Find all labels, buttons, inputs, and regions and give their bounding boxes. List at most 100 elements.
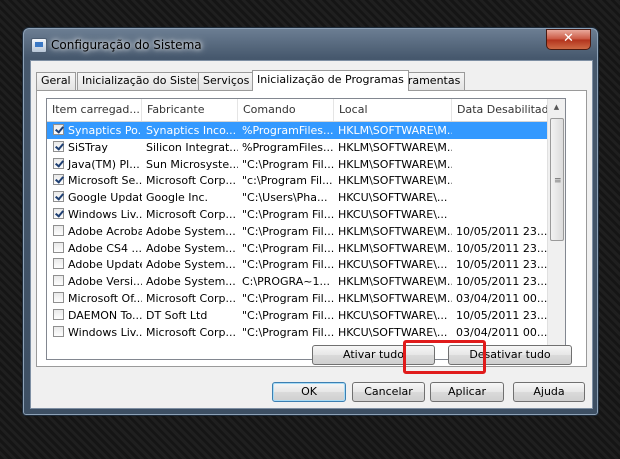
row-checkbox[interactable] [53, 275, 64, 287]
cell-command: "C:\Program Fil... [242, 241, 334, 255]
help-button[interactable]: Ajuda [513, 382, 585, 402]
row-checkbox[interactable] [53, 258, 64, 270]
cell-command: "C:\Program Fil... [242, 224, 334, 238]
cell-date: 10/05/2011 23... [456, 308, 548, 322]
table-row[interactable]: DAEMON To... DT Soft Ltd "C:\Program Fil..… [47, 307, 565, 324]
window-title: Configuração do Sistema [51, 38, 202, 52]
row-checkbox[interactable] [53, 174, 64, 186]
cell-command: C:\PROGRA~1... [242, 275, 330, 289]
cell-location: HKCU\SOFTWARE\... [338, 325, 448, 339]
cell-date [454, 156, 548, 173]
cell-maker: Microsoft Corp... [146, 292, 236, 305]
table-row[interactable]: Windows Liv... Microsoft Corp... "C:\Progr… [47, 324, 565, 341]
cell-maker: Microsoft Corp... [146, 208, 236, 221]
cell-item: Windows Liv... [68, 208, 142, 221]
cell-date [454, 139, 548, 156]
startup-tab-panel: Item carregad... Fabricante Comando Loca… [36, 90, 587, 367]
cell-command: "c:\Program Fil... [242, 174, 333, 188]
cell-maker: Microsoft Corp... [146, 325, 236, 339]
cell-item: Java(TM) Pl... [68, 157, 140, 171]
tab-startup[interactable]: Inicialização de Programas [252, 70, 409, 91]
table-row[interactable]: Adobe Versi... Adobe System... C:\PROGRA~1… [47, 273, 565, 290]
cell-maker: DT Soft Ltd [146, 308, 208, 322]
cell-location: HKLM\SOFTWARE\M... [338, 241, 452, 255]
cell-item: Windows Liv... [68, 325, 142, 339]
startup-items-list[interactable]: Item carregad... Fabricante Comando Loca… [46, 98, 566, 360]
scroll-up-arrow-icon[interactable]: ▲ [548, 99, 565, 116]
cell-maker: Microsoft Corp... [146, 174, 236, 188]
scroll-thumb[interactable]: ≡ [550, 118, 564, 241]
cell-maker: Synaptics Inco... [146, 124, 237, 137]
row-checkbox[interactable] [53, 191, 64, 203]
dialog-client-area: Geral Inicialização do Sistema Serviços … [30, 60, 593, 409]
apply-button[interactable]: Aplicar [430, 382, 504, 402]
cell-location: HKCU\SOFTWARE\... [338, 191, 448, 205]
cell-maker: Sun Microsyste... [146, 157, 238, 171]
column-header-date[interactable]: Data Desabilitada [452, 99, 548, 121]
vertical-scrollbar[interactable]: ▲ ≡ ▼ [547, 99, 565, 359]
cell-command: "C:\Program Fil... [242, 292, 334, 305]
cell-command: "C:\Program Fil... [242, 325, 334, 339]
cell-date: 10/05/2011 23... [456, 241, 548, 255]
cell-maker: Adobe System... [146, 258, 236, 272]
column-header-item[interactable]: Item carregad... [47, 99, 142, 121]
row-checkbox[interactable] [53, 124, 64, 135]
cell-maker: Adobe System... [146, 241, 236, 255]
table-row[interactable]: Microsoft Of... Microsoft Corp... "C:\Prog… [47, 290, 565, 307]
row-checkbox[interactable] [53, 208, 64, 219]
table-row[interactable]: SiSTray Silicon Integrat... %ProgramFiles.… [47, 139, 565, 156]
tab-general[interactable]: Geral [36, 72, 76, 90]
cell-location: HKLM\SOFTWARE\M... [338, 224, 452, 238]
cell-item: Adobe Updater [68, 258, 142, 272]
cell-command: %ProgramFiles... [242, 140, 334, 154]
cell-maker: Silicon Integrat... [146, 140, 238, 154]
table-row[interactable]: Synaptics Po... Synaptics Inco... %Program… [47, 122, 565, 139]
cell-maker: Adobe System... [146, 275, 236, 289]
table-row[interactable]: Adobe Updater Adobe System... "C:\Program … [47, 256, 565, 273]
cell-location: HKLM\SOFTWARE\M... [338, 140, 452, 154]
table-row[interactable]: Adobe CS4 ... Adobe System... "C:\Program … [47, 240, 565, 257]
title-bar[interactable]: Configuração do Sistema ✕ [23, 28, 598, 60]
cell-location: HKCU\SOFTWARE\... [338, 308, 448, 322]
table-row[interactable]: Adobe Acrobat Adobe System... "C:\Program … [47, 223, 565, 240]
column-header-location[interactable]: Local [334, 99, 452, 121]
ok-button[interactable]: OK [272, 382, 346, 402]
cell-maker: Adobe System... [146, 224, 236, 238]
cell-command: "C:\Users\Pha... [242, 191, 328, 205]
cell-date [454, 189, 548, 206]
cell-item: SiSTray [68, 140, 108, 154]
system-config-window: Configuração do Sistema ✕ Geral Iniciali… [22, 27, 599, 416]
cancel-button[interactable]: Cancelar [352, 382, 425, 402]
cell-date [454, 122, 548, 139]
column-header-command[interactable]: Comando [238, 99, 334, 121]
table-row[interactable]: Java(TM) Pl... Sun Microsyste... "C:\Progr… [47, 156, 565, 173]
cell-date [454, 172, 548, 189]
cell-location: HKLM\SOFTWARE\M... [338, 275, 452, 289]
cell-item: Adobe CS4 ... [68, 241, 142, 255]
row-checkbox[interactable] [53, 157, 64, 169]
cell-maker: Google Inc. [146, 191, 209, 205]
row-checkbox[interactable] [53, 224, 64, 236]
table-row[interactable]: Microsoft Se... Microsoft Corp... "c:\Prog… [47, 172, 565, 189]
cell-location: HKLM\SOFTWARE\M... [338, 174, 452, 188]
cell-location: HKLM\SOFTWARE\M... [338, 124, 452, 137]
row-checkbox[interactable] [53, 140, 64, 152]
close-button[interactable]: ✕ [546, 29, 591, 50]
row-checkbox[interactable] [53, 292, 64, 303]
cell-command: "C:\Program Fil... [242, 258, 334, 272]
cell-item: Microsoft Se... [68, 174, 142, 188]
table-row[interactable]: Google Update Google Inc. "C:\Users\Pha...… [47, 189, 565, 206]
row-checkbox[interactable] [53, 325, 64, 337]
column-header-maker[interactable]: Fabricante [142, 99, 238, 121]
cell-location: HKLM\SOFTWARE\M... [338, 292, 452, 305]
row-checkbox[interactable] [53, 241, 64, 253]
cell-date: 10/05/2011 23... [456, 275, 548, 289]
table-row[interactable]: Windows Liv... Microsoft Corp... "C:\Progr… [47, 206, 565, 223]
row-checkbox[interactable] [53, 308, 64, 320]
tab-services[interactable]: Serviços [198, 72, 255, 90]
cell-command: "C:\Program Fil... [242, 308, 334, 322]
msconfig-icon [31, 38, 47, 53]
cell-date: 10/05/2011 23... [456, 224, 548, 238]
scroll-grip-icon: ≡ [554, 176, 562, 186]
cell-date [454, 206, 548, 223]
